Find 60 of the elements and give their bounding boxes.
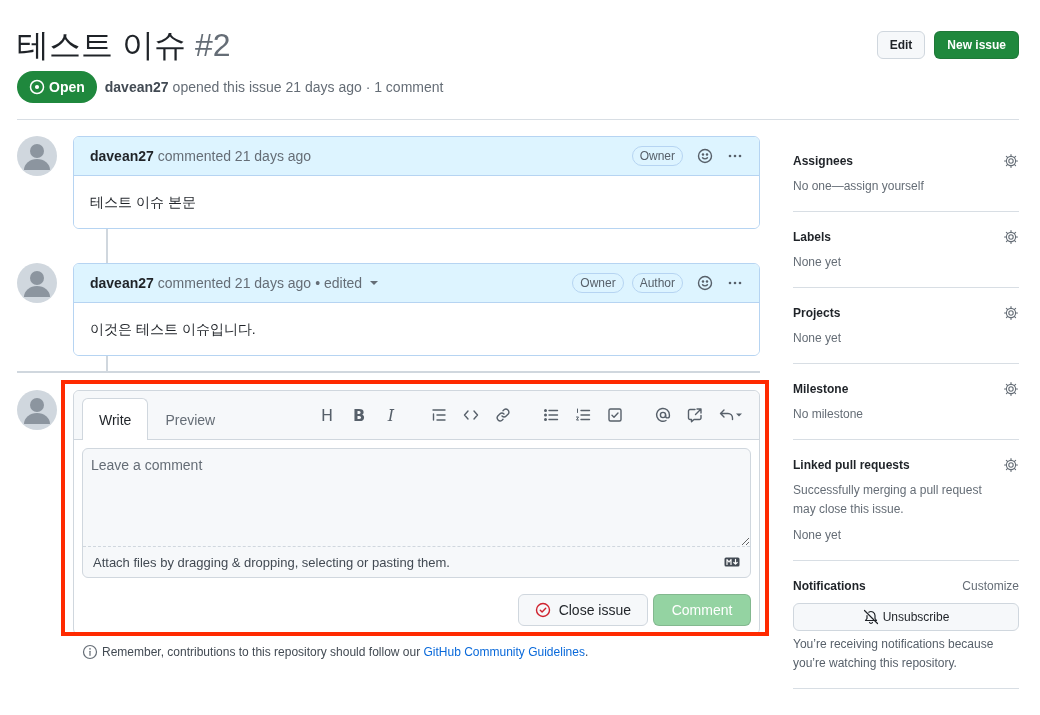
editor-tab[interactable]: Write xyxy=(82,398,149,440)
status-badge: Open xyxy=(17,71,97,103)
new-issue-button[interactable]: New issue xyxy=(934,31,1019,59)
sidebar-text: Successfully merging a pull request may close this issue. xyxy=(793,482,983,518)
issue-meta: opened this issue 21 days ago · 1 comment xyxy=(172,79,444,95)
comment-field[interactable]: Leave a comment Attach files by dragging & dropping, selecting or pasting them. xyxy=(82,448,751,578)
status-icon xyxy=(29,79,45,95)
task-list-icon[interactable] xyxy=(607,407,623,423)
edited-label[interactable]: • edited xyxy=(315,275,363,291)
unsubscribe-button[interactable]: Unsubscribe xyxy=(793,603,1019,631)
comment-meta: commented 21 days ago xyxy=(157,275,312,291)
comment-author[interactable]: davean27 xyxy=(90,148,154,164)
numbered-list-icon[interactable] xyxy=(575,407,591,423)
smiley-icon[interactable] xyxy=(697,148,713,164)
avatar xyxy=(17,390,57,430)
settings-icon[interactable] xyxy=(1003,153,1019,169)
issue-number: #2 xyxy=(194,26,231,65)
sidebar-heading: Milestone xyxy=(793,382,849,396)
reference-icon[interactable] xyxy=(687,407,703,423)
guidelines-link[interactable]: GitHub Community Guidelines xyxy=(423,645,585,659)
info-icon xyxy=(82,644,98,660)
sidebar-heading: Notifications xyxy=(793,579,866,593)
markdown-icon xyxy=(724,557,740,567)
sidebar-heading: Linked pull requests xyxy=(793,458,910,472)
close-issue-button[interactable]: Close issue xyxy=(517,594,648,626)
issue-author[interactable]: davean27 xyxy=(104,79,169,95)
bulleted-list-icon[interactable] xyxy=(543,407,559,423)
sidebar-heading: Labels xyxy=(793,230,831,244)
smiley-icon[interactable] xyxy=(697,275,713,291)
comment-meta: commented 21 days ago xyxy=(157,148,312,164)
sidebar-text: None yet xyxy=(793,527,843,544)
sidebar-heading: Projects xyxy=(793,306,841,320)
quote-icon[interactable] xyxy=(431,407,447,423)
avatar xyxy=(17,136,57,176)
guidelines-note: Remember, contributions to this repository should follow our GitHub Community Guidelines. xyxy=(102,645,589,659)
sidebar-text: No milestone xyxy=(793,406,865,423)
settings-icon[interactable] xyxy=(1003,229,1019,245)
reply-icon[interactable] xyxy=(719,407,743,423)
attach-hint[interactable]: Attach files by dragging & dropping, selecting or pasting them. xyxy=(93,554,450,570)
mention-icon[interactable] xyxy=(655,407,671,423)
comment-author[interactable]: davean27 xyxy=(90,275,154,291)
editor-tab[interactable]: Preview xyxy=(148,399,233,440)
customize-link[interactable]: Customize xyxy=(962,579,1019,593)
bell-slash-icon xyxy=(862,609,879,625)
sidebar-heading: Assignees xyxy=(793,154,854,168)
issue-title: 테스트 이슈 xyxy=(17,26,186,65)
link-icon[interactable] xyxy=(495,407,511,423)
sidebar-text: No one—assign yourself xyxy=(793,178,925,195)
sidebar-text: None yet xyxy=(793,254,843,271)
sidebar-text: None yet xyxy=(793,330,843,347)
notification-note: You’re receiving notifications because you’re watching this repository. xyxy=(793,636,995,672)
settings-icon[interactable] xyxy=(1003,381,1019,397)
avatar xyxy=(17,263,57,303)
bold-button[interactable]: B xyxy=(343,401,375,429)
italic-button[interactable]: I xyxy=(375,401,407,429)
check-circle-icon xyxy=(534,602,551,618)
settings-icon[interactable] xyxy=(1003,305,1019,321)
settings-icon[interactable] xyxy=(1003,457,1019,473)
heading-button[interactable]: H xyxy=(311,401,343,429)
edit-button[interactable]: Edit xyxy=(876,31,926,59)
